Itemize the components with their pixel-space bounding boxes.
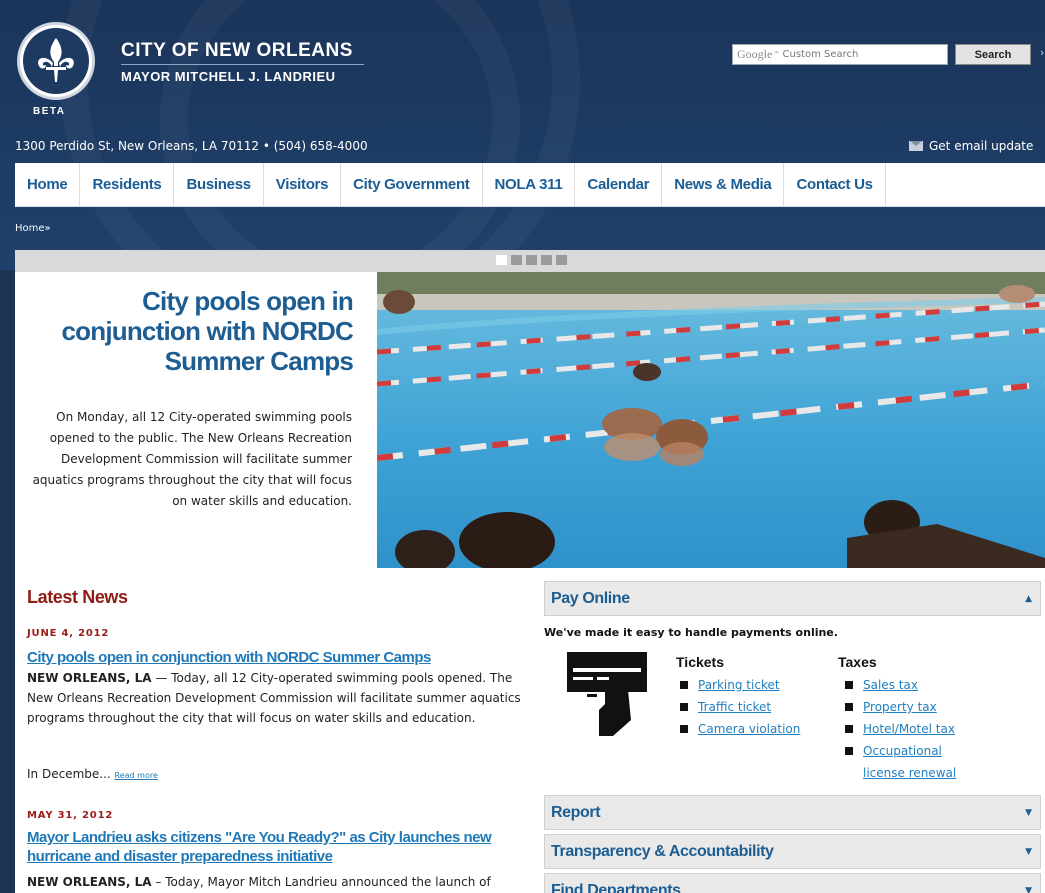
taxes-list: Sales tax Property tax Hotel/Motel tax O… xyxy=(845,674,985,784)
title-divider xyxy=(121,64,364,65)
nav-item-residents[interactable]: Residents xyxy=(80,163,175,206)
list-item: Parking ticket xyxy=(680,674,830,696)
nav-item-nola-311[interactable]: NOLA 311 xyxy=(483,163,576,206)
bullet-icon xyxy=(845,703,853,711)
nav-item-home[interactable]: Home xyxy=(15,163,81,206)
envelope-icon xyxy=(909,141,923,151)
slider-dot[interactable] xyxy=(526,255,537,265)
chevron-down-icon: ▼ xyxy=(1025,807,1032,818)
news-teaser: In Decembe... Read more xyxy=(27,764,522,786)
read-more-link[interactable]: Read more xyxy=(115,771,158,780)
email-updates-label: Get email update xyxy=(929,139,1034,153)
list-item: Hotel/Motel tax xyxy=(845,718,985,740)
hero-panel: City pools open in conjunction with NORD… xyxy=(15,272,377,568)
search-placeholder: Custom Search xyxy=(782,49,859,60)
search-overflow-icon: › xyxy=(1040,46,1045,59)
nav-item-business[interactable]: Business xyxy=(174,163,264,206)
report-header[interactable]: Report ▼ xyxy=(544,795,1041,830)
nav-item-news-media[interactable]: News & Media xyxy=(662,163,785,206)
chevron-up-icon: ▲ xyxy=(1025,593,1032,604)
site-subtitle: MAYOR MITCHELL J. LANDRIEU xyxy=(121,69,336,84)
hotel-motel-tax-link[interactable]: Hotel/Motel tax xyxy=(863,718,955,740)
list-item: Traffic ticket xyxy=(680,696,830,718)
transparency-title: Transparency & Accountability xyxy=(551,842,774,860)
parking-ticket-link[interactable]: Parking ticket xyxy=(698,674,780,696)
report-title: Report xyxy=(551,803,601,821)
slider-dot[interactable] xyxy=(496,255,507,265)
traffic-ticket-link[interactable]: Traffic ticket xyxy=(698,696,771,718)
bullet-icon xyxy=(680,703,688,711)
hero-text: On Monday, all 12 City-operated swimming… xyxy=(32,410,352,508)
bullet-icon xyxy=(680,681,688,689)
slider-dot[interactable] xyxy=(541,255,552,265)
beta-label: BETA xyxy=(33,106,66,117)
sales-tax-link[interactable]: Sales tax xyxy=(863,674,918,696)
list-item: Property tax xyxy=(845,696,985,718)
hero-title[interactable]: City pools open in conjunction with NORD… xyxy=(33,286,354,376)
news-body: NEW ORLEANS, LA — Today, all 12 City-ope… xyxy=(27,668,522,728)
google-logo: Google xyxy=(737,47,773,61)
pay-online-header[interactable]: Pay Online ▲ xyxy=(544,581,1041,616)
news-teaser-text: In Decembe... xyxy=(27,767,111,781)
transparency-header[interactable]: Transparency & Accountability ▼ xyxy=(544,834,1041,869)
chevron-down-icon: ▼ xyxy=(1025,846,1032,857)
bullet-icon xyxy=(680,725,688,733)
nav-item-calendar[interactable]: Calendar xyxy=(575,163,663,206)
list-item: Occupational license renewal xyxy=(845,740,985,784)
hero-image[interactable] xyxy=(377,272,1045,568)
tickets-heading: Tickets xyxy=(676,654,724,670)
main-nav: Home Residents Business Visitors City Go… xyxy=(15,163,1045,207)
payment-card-icon xyxy=(565,650,649,742)
slider-dot[interactable] xyxy=(511,255,522,265)
news-title-link[interactable]: City pools open in conjunction with NORD… xyxy=(27,648,527,667)
news-body: NEW ORLEANS, LA – Today, Mayor Mitch Lan… xyxy=(27,872,522,892)
news-date: JUNE 4, 2012 xyxy=(27,628,110,639)
fleur-de-lis-icon xyxy=(23,28,89,94)
breadcrumb[interactable]: Home» xyxy=(15,223,51,234)
search-button[interactable]: Search xyxy=(955,44,1031,65)
occupational-license-link[interactable]: Occupational license renewal xyxy=(863,740,985,784)
taxes-heading: Taxes xyxy=(838,654,877,670)
find-departments-header[interactable]: Find Departments ▼ xyxy=(544,873,1041,893)
tickets-list: Parking ticket Traffic ticket Camera vio… xyxy=(680,674,830,740)
pay-online-intro: We've made it easy to handle payments on… xyxy=(544,626,838,639)
news-dateline: NEW ORLEANS, LA xyxy=(27,875,152,889)
bullet-icon xyxy=(845,747,853,755)
slider-dot[interactable] xyxy=(556,255,567,265)
news-date: MAY 31, 2012 xyxy=(27,810,114,821)
pay-online-title: Pay Online xyxy=(551,589,630,607)
city-seal-logo[interactable] xyxy=(17,22,95,100)
news-body-text: – Today, Mayor Mitch Landrieu announced … xyxy=(151,875,491,889)
news-title-link[interactable]: Mayor Landrieu asks citizens "Are You Re… xyxy=(27,828,527,866)
latest-news-heading: Latest News xyxy=(27,587,128,607)
bullet-icon xyxy=(845,681,853,689)
slider-pager xyxy=(496,255,567,265)
search-input[interactable]: Google ™ Custom Search xyxy=(732,44,948,65)
camera-violation-link[interactable]: Camera violation xyxy=(698,718,800,740)
page: BETA CITY OF NEW ORLEANS MAYOR MITCHELL … xyxy=(0,0,1045,893)
chevron-down-icon: ▼ xyxy=(1025,885,1032,893)
list-item: Sales tax xyxy=(845,674,985,696)
find-departments-title: Find Departments xyxy=(551,881,681,893)
news-dateline: NEW ORLEANS, LA xyxy=(27,671,152,685)
nav-item-contact-us[interactable]: Contact Us xyxy=(784,163,886,206)
nav-item-visitors[interactable]: Visitors xyxy=(264,163,342,206)
city-address: 1300 Perdido St, New Orleans, LA 70112 •… xyxy=(15,139,368,153)
bullet-icon xyxy=(845,725,853,733)
site-title[interactable]: CITY OF NEW ORLEANS xyxy=(121,40,353,62)
list-item: Camera violation xyxy=(680,718,830,740)
property-tax-link[interactable]: Property tax xyxy=(863,696,937,718)
email-updates-link[interactable]: Get email update xyxy=(909,139,1033,153)
nav-item-city-government[interactable]: City Government xyxy=(341,163,483,206)
